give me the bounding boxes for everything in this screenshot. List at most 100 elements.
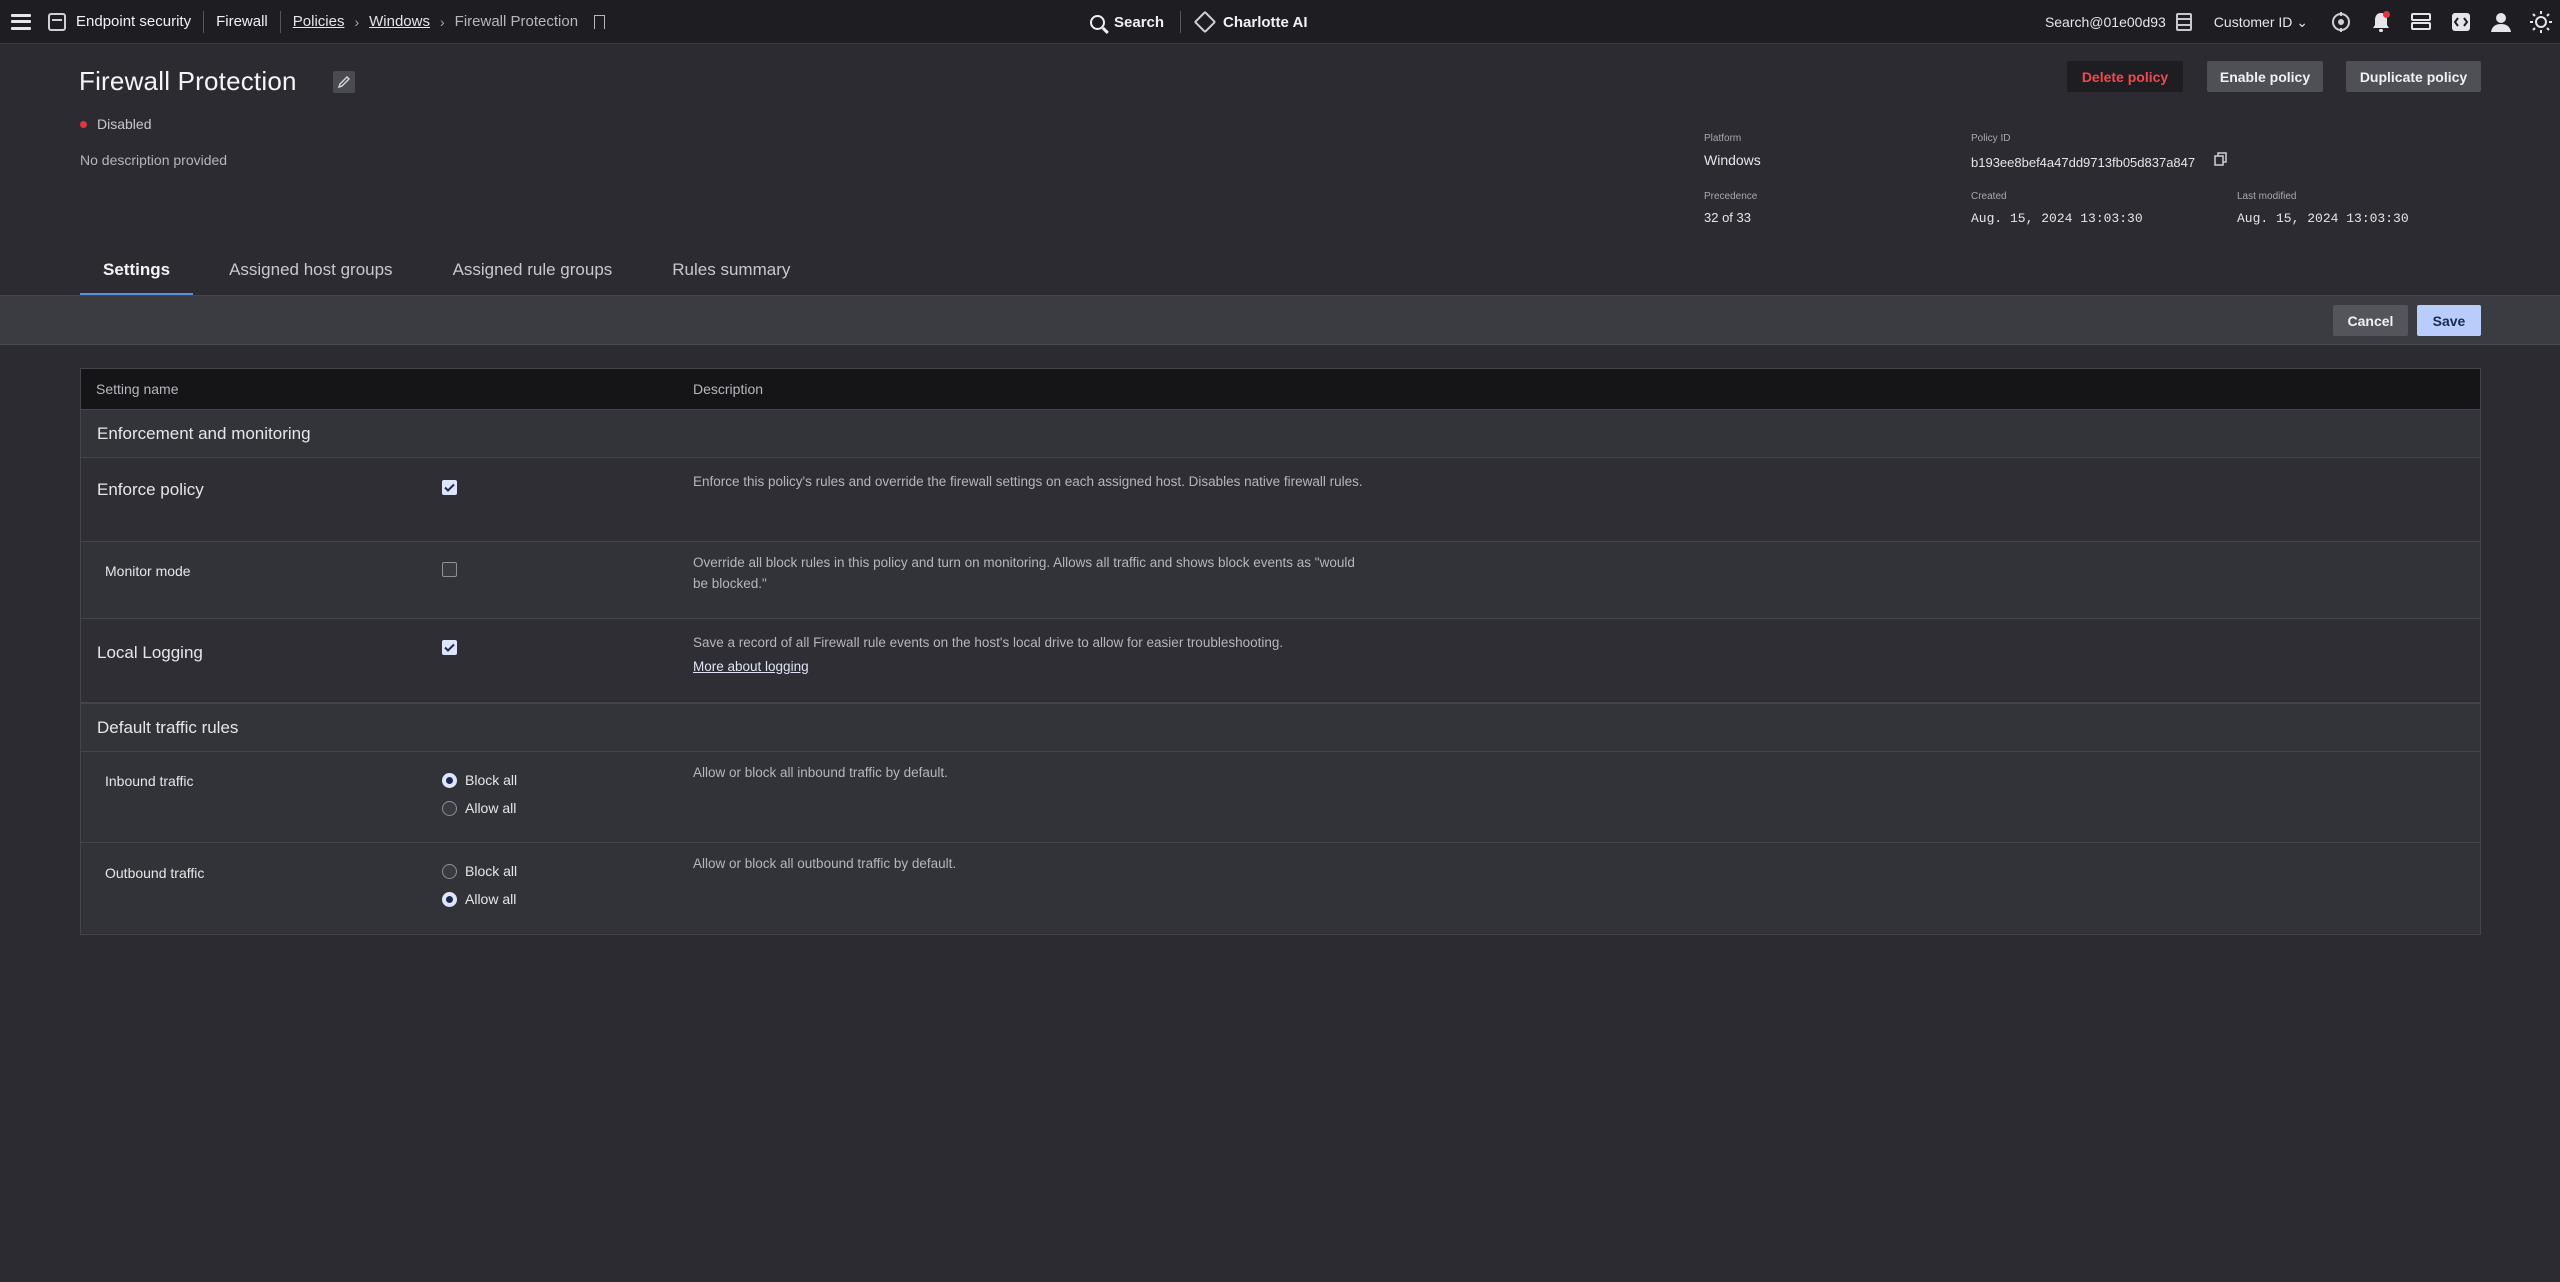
support-icon[interactable] bbox=[2328, 9, 2354, 35]
setting-name: Monitor mode bbox=[105, 563, 191, 579]
divider bbox=[1180, 11, 1182, 33]
divider bbox=[279, 10, 281, 33]
setting-description: Save a record of all Firewall rule event… bbox=[693, 635, 1284, 650]
enable-policy-button[interactable]: Enable policy bbox=[2207, 61, 2323, 92]
breadcrumb-current: Firewall Protection bbox=[454, 13, 579, 30]
endpoint-security-icon bbox=[48, 12, 66, 31]
radio-selected-icon bbox=[442, 772, 457, 788]
setting-row-monitor-mode: Monitor mode Override all block rules in… bbox=[81, 542, 2480, 619]
status-text: Disabled bbox=[97, 116, 152, 132]
setting-description: Enforce this policy's rules and override… bbox=[693, 474, 1363, 489]
notification-badge bbox=[2383, 11, 2390, 18]
enforce-policy-checkbox[interactable] bbox=[442, 480, 457, 495]
charlotte-ai-button[interactable]: Charlotte AI bbox=[1193, 10, 1308, 34]
checkmark-icon bbox=[444, 643, 455, 652]
user-account[interactable]: Search@01e00d93 bbox=[2045, 14, 2166, 30]
chevron-right-icon: › bbox=[354, 13, 360, 30]
developer-icon[interactable] bbox=[2448, 9, 2474, 35]
radio-selected-icon bbox=[442, 891, 457, 907]
duplicate-policy-button[interactable]: Duplicate policy bbox=[2346, 61, 2481, 92]
radio-label: Block all bbox=[465, 863, 518, 879]
tab-rules-summary[interactable]: Rules summary bbox=[635, 256, 813, 296]
breadcrumb-policies[interactable]: Policies bbox=[293, 13, 345, 30]
action-strip bbox=[0, 296, 2560, 345]
last-modified-value: Aug. 15, 2024 13:03:30 bbox=[2237, 211, 2409, 226]
settings-table: Setting name Description Enforcement and… bbox=[80, 368, 2481, 935]
customer-id-label: Customer ID bbox=[2213, 13, 2293, 30]
delete-policy-button[interactable]: Delete policy bbox=[2067, 61, 2183, 92]
breadcrumb-windows[interactable]: Windows bbox=[369, 13, 430, 30]
setting-row-enforce-policy: Enforce policy Enforce this policy's rul… bbox=[81, 458, 2480, 542]
bookmark-icon[interactable] bbox=[594, 14, 606, 29]
tab-bar: Settings Assigned host groups Assigned r… bbox=[80, 256, 813, 296]
platform-value: Windows bbox=[1704, 152, 1761, 168]
inbound-allow-all-radio[interactable]: Allow all bbox=[442, 800, 516, 816]
chevron-right-icon: › bbox=[439, 13, 445, 30]
user-profile-icon[interactable] bbox=[2488, 9, 2514, 35]
outbound-block-all-radio[interactable]: Block all bbox=[442, 863, 517, 879]
module-name[interactable]: Firewall bbox=[216, 13, 268, 30]
search-button[interactable]: Search bbox=[1090, 14, 1164, 31]
charlotte-ai-icon bbox=[1193, 10, 1217, 34]
setting-name: Local Logging bbox=[97, 643, 203, 662]
status-badge: Disabled bbox=[80, 116, 151, 132]
hamburger-icon bbox=[11, 13, 31, 30]
radio-label: Allow all bbox=[465, 800, 517, 816]
table-header: Setting name Description bbox=[81, 369, 2480, 409]
platform-label: Platform bbox=[1704, 133, 1742, 144]
setting-description: Allow or block all inbound traffic by de… bbox=[693, 765, 948, 780]
cancel-button[interactable]: Cancel bbox=[2333, 305, 2408, 336]
page-title: Firewall Protection bbox=[79, 66, 297, 96]
setting-description-block: Save a record of all Firewall rule event… bbox=[693, 631, 1373, 679]
created-label: Created bbox=[1971, 191, 2007, 202]
setting-name: Enforce policy bbox=[97, 480, 204, 499]
tab-assigned-host-groups[interactable]: Assigned host groups bbox=[193, 256, 416, 296]
save-button[interactable]: Save bbox=[2417, 305, 2481, 336]
search-icon bbox=[1090, 14, 1105, 30]
setting-row-local-logging: Local Logging Save a record of all Firew… bbox=[81, 619, 2480, 703]
tab-assigned-rule-groups[interactable]: Assigned rule groups bbox=[416, 256, 636, 296]
theme-sun-icon[interactable] bbox=[2528, 9, 2554, 35]
setting-name: Outbound traffic bbox=[105, 865, 205, 881]
setting-description: Override all block rules in this policy … bbox=[693, 555, 1355, 591]
section-enforcement-monitoring: Enforcement and monitoring bbox=[81, 409, 2480, 458]
status-dot-icon bbox=[80, 120, 87, 128]
search-label: Search bbox=[1114, 13, 1165, 31]
more-about-logging-link[interactable]: More about logging bbox=[693, 655, 1373, 679]
top-bar: Endpoint security Firewall Policies › Wi… bbox=[0, 0, 2560, 44]
last-modified-label: Last modified bbox=[2237, 191, 2297, 202]
product-name[interactable]: Endpoint security bbox=[76, 13, 191, 30]
radio-unselected-icon bbox=[442, 800, 457, 816]
inbound-block-all-radio[interactable]: Block all bbox=[442, 772, 517, 788]
monitor-mode-checkbox[interactable] bbox=[442, 562, 457, 577]
precedence-label: Precedence bbox=[1704, 191, 1758, 202]
pencil-icon bbox=[337, 76, 350, 89]
charlotte-ai-label: Charlotte AI bbox=[1223, 13, 1308, 31]
policy-id-value: b193ee8bef4a47dd9713fb05d837a847 bbox=[1971, 155, 2196, 170]
outbound-allow-all-radio[interactable]: Allow all bbox=[442, 891, 516, 907]
setting-description: Allow or block all outbound traffic by d… bbox=[693, 856, 957, 871]
copy-icon[interactable] bbox=[2214, 152, 2227, 166]
checkmark-icon bbox=[444, 483, 455, 492]
customer-id-dropdown[interactable]: Customer ID ⌄ bbox=[2214, 14, 2308, 31]
precedence-value: 32 of 33 bbox=[1704, 210, 1751, 225]
tab-settings[interactable]: Settings bbox=[80, 256, 194, 296]
section-default-traffic-rules: Default traffic rules bbox=[81, 703, 2480, 752]
setting-row-inbound-traffic: Inbound traffic Block all Allow all Allo… bbox=[81, 752, 2480, 843]
notifications-bell-icon[interactable] bbox=[2368, 9, 2394, 35]
setting-row-outbound-traffic: Outbound traffic Block all Allow all All… bbox=[81, 843, 2480, 933]
local-logging-checkbox[interactable] bbox=[442, 640, 457, 655]
edit-title-button[interactable] bbox=[333, 71, 355, 93]
menu-button[interactable] bbox=[2, 0, 40, 44]
radio-unselected-icon bbox=[442, 863, 457, 879]
policy-id-label: Policy ID bbox=[1971, 133, 2011, 144]
radio-label: Allow all bbox=[465, 891, 517, 907]
policy-description: No description provided bbox=[80, 152, 228, 168]
column-description: Description bbox=[693, 381, 764, 397]
column-setting-name: Setting name bbox=[96, 381, 179, 397]
setting-name: Inbound traffic bbox=[105, 773, 194, 789]
radio-label: Block all bbox=[465, 772, 518, 788]
tenant-icon[interactable] bbox=[2175, 13, 2192, 31]
created-value: Aug. 15, 2024 13:03:30 bbox=[1971, 211, 2143, 226]
messages-icon[interactable] bbox=[2408, 9, 2434, 35]
